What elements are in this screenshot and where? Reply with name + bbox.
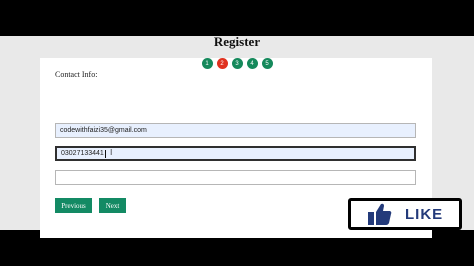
step-dot: 1	[201, 58, 213, 69]
page-title: Register	[213, 34, 261, 49]
email-value: codewithfaizi35@gmail.com	[60, 127, 147, 134]
like-label: LIKE	[405, 205, 444, 223]
phone-value: 03027133441	[61, 150, 104, 157]
step-indicator: 1 2 3 4 5	[0, 58, 474, 69]
ibeam-cursor-icon: I	[110, 148, 113, 157]
next-button[interactable]: Next	[99, 198, 126, 213]
text-caret	[104, 149, 106, 158]
third-field[interactable]	[55, 170, 416, 185]
email-field[interactable]: codewithfaizi35@gmail.com	[55, 123, 416, 138]
thumbs-up-icon	[368, 203, 392, 225]
step-dot-active: 2	[216, 58, 228, 69]
like-badge[interactable]: LIKE	[348, 198, 462, 230]
step-dot: 3	[231, 58, 243, 69]
section-label: Contact Info:	[55, 70, 98, 79]
step-dot: 4	[246, 58, 258, 69]
previous-button[interactable]: Previous	[55, 198, 92, 213]
step-dot: 5	[261, 58, 273, 69]
